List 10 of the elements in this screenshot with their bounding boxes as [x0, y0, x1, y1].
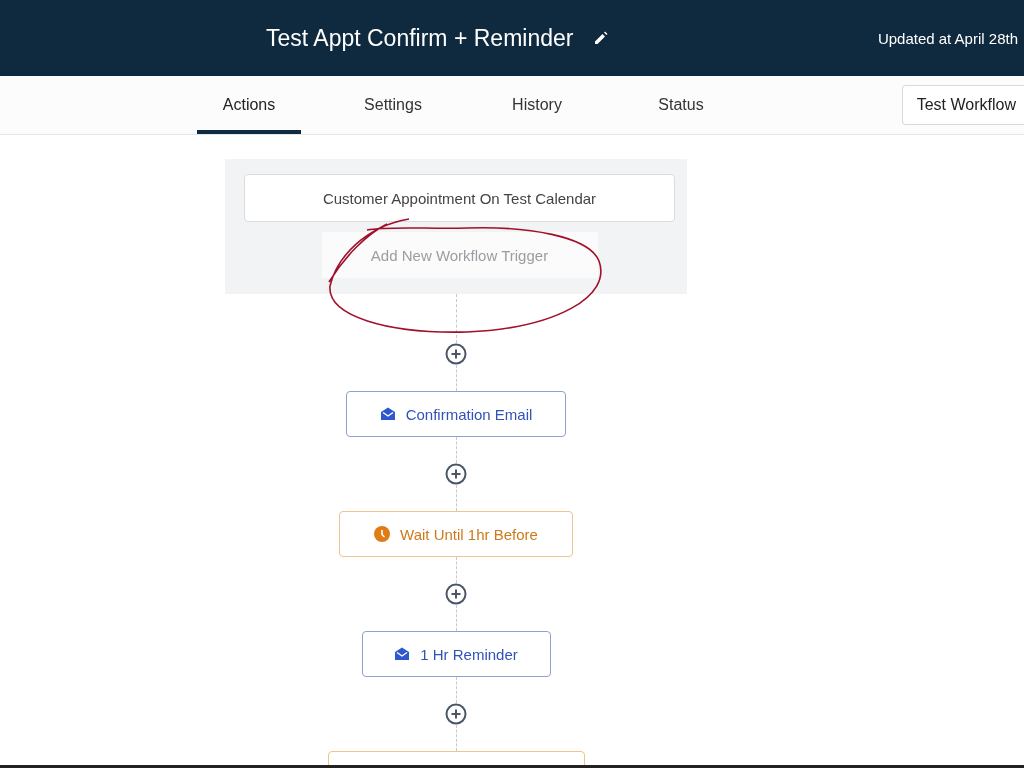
email-step[interactable]: 1 Hr Reminder: [361, 631, 551, 677]
tab[interactable]: Settings: [341, 76, 445, 134]
tab[interactable]: Actions: [197, 76, 301, 134]
trigger-card[interactable]: Customer Appointment On Test Calendar: [244, 174, 675, 222]
workflow-title: Test Appt Confirm + Reminder: [266, 24, 574, 52]
updated-timestamp: Updated at April 28th: [877, 29, 1019, 47]
email-step[interactable]: Confirmation Email: [346, 391, 566, 437]
tab[interactable]: History: [485, 76, 589, 134]
test-workflow-button[interactable]: Test Workflow: [901, 85, 1024, 125]
tab[interactable]: Status: [629, 76, 733, 134]
